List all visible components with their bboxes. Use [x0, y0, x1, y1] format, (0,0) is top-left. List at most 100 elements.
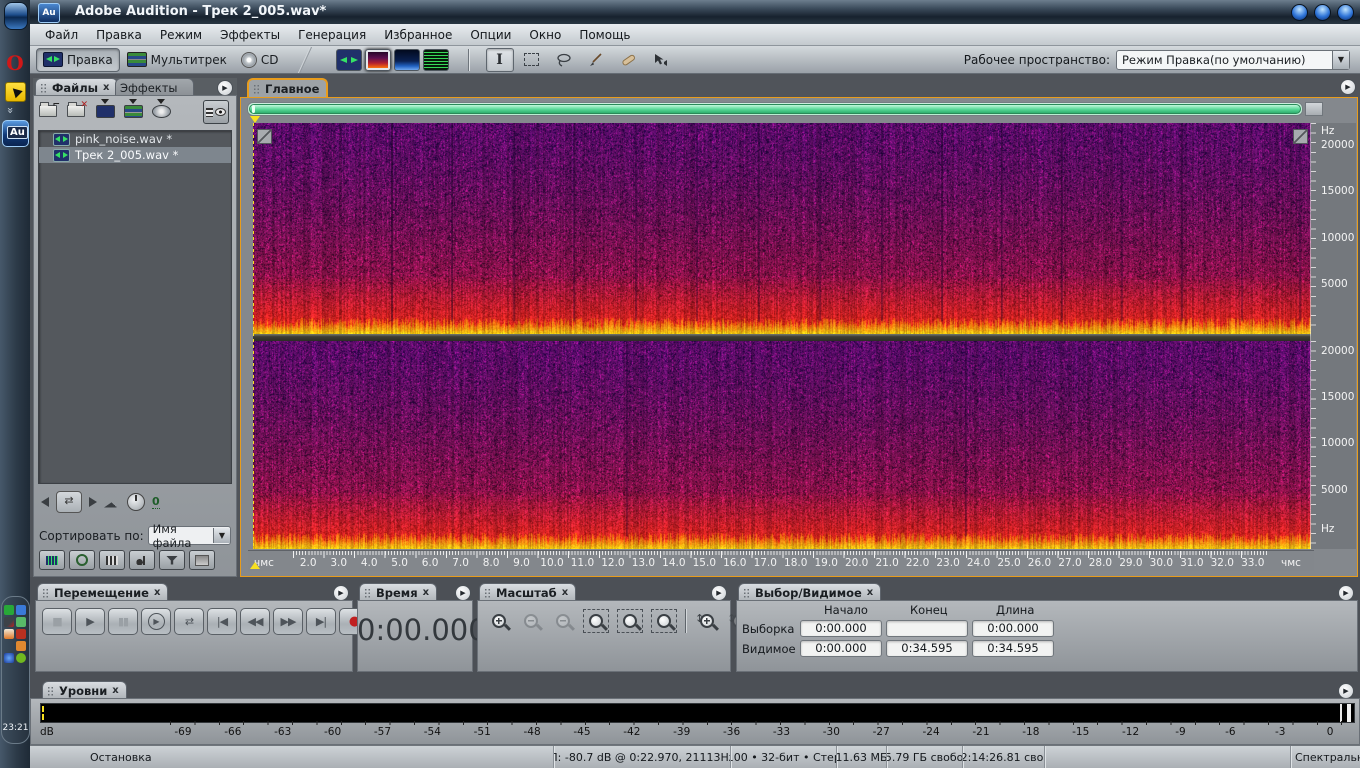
panel-menu-button[interactable]	[333, 585, 349, 601]
tray-speaker-icon[interactable]	[16, 617, 26, 627]
selection-start-field[interactable]: 0:00.000	[800, 620, 882, 637]
tab-zoom[interactable]: Масштаб x	[479, 583, 576, 601]
toggle-video-files-button[interactable]	[99, 550, 125, 570]
preview-volume-value[interactable]: 0	[152, 495, 160, 509]
spectral-channel-right[interactable]	[253, 341, 1311, 549]
tab-time[interactable]: Время x	[359, 583, 437, 601]
zoom-to-selection-right-button[interactable]	[651, 609, 677, 633]
go-to-start-button[interactable]: |◀	[207, 608, 237, 635]
view-length-field[interactable]: 0:34.595	[972, 640, 1054, 657]
auto-play-icon[interactable]	[41, 497, 49, 507]
stop-button[interactable]: ■	[42, 608, 72, 635]
play-button[interactable]: ▶	[75, 608, 105, 635]
marquee-selection-tool-button[interactable]	[518, 48, 546, 72]
menu-item[interactable]: Избранное	[375, 26, 461, 44]
close-icon[interactable]: x	[423, 587, 429, 598]
tab-files[interactable]: Файлы x	[35, 78, 118, 96]
maximize-button[interactable]	[1314, 4, 1331, 21]
play-file-button[interactable]	[89, 497, 97, 507]
collapse-chevrons-icon[interactable]: »	[4, 107, 17, 112]
go-to-end-button[interactable]: ▶|	[306, 608, 336, 635]
tray-nvidia-icon[interactable]	[16, 653, 26, 663]
view-end-field[interactable]: 0:34.595	[886, 640, 968, 657]
loop-playback-button[interactable]: ⇄	[56, 491, 82, 513]
pause-button[interactable]: ▮▮	[108, 608, 138, 635]
menu-item[interactable]: Правка	[87, 26, 151, 44]
workspace-select[interactable]: Режим Правка(по умолчанию) ▼	[1116, 50, 1350, 70]
tab-main[interactable]: Главное	[247, 78, 328, 98]
sort-select[interactable]: Имя файла ▼	[148, 526, 231, 545]
waveform-view-button[interactable]	[336, 49, 362, 71]
spectral-scale-handle[interactable]	[257, 129, 272, 144]
playhead-marker-top[interactable]	[250, 116, 260, 123]
insert-into-multitrack-button[interactable]	[95, 102, 115, 118]
zoom-to-selection-left-button[interactable]	[617, 609, 643, 633]
tray-utorrent-icon[interactable]	[4, 605, 14, 615]
close-icon[interactable]: x	[103, 82, 109, 93]
toggle-full-path-button[interactable]	[189, 550, 215, 570]
effects-paintbrush-tool-button[interactable]	[582, 48, 610, 72]
menu-item[interactable]: Эффекты	[211, 26, 289, 44]
play-looped-button[interactable]: ⇄	[174, 608, 204, 635]
fast-forward-button[interactable]: ▶▶	[273, 608, 303, 635]
close-icon[interactable]: x	[154, 587, 160, 598]
panel-menu-button[interactable]	[1340, 79, 1356, 95]
menu-item[interactable]: Генерация	[289, 26, 375, 44]
titlebar[interactable]: Au Adobe Audition - Трек 2_005.wav*	[30, 0, 1360, 24]
scrollbar-thumb[interactable]	[249, 104, 1301, 114]
toggle-advanced-options-button[interactable]	[159, 550, 185, 570]
panel-menu-button[interactable]	[711, 585, 727, 601]
insert-into-cd-button[interactable]	[151, 102, 171, 118]
play-from-cursor-button[interactable]: ▶	[141, 608, 171, 635]
time-selection-tool-button[interactable]: I	[486, 48, 514, 72]
spot-healing-brush-tool-button[interactable]	[614, 48, 642, 72]
tray-volume-icon[interactable]	[16, 629, 26, 639]
selection-length-field[interactable]: 0:00.000	[972, 620, 1054, 637]
toggle-midi-files-button[interactable]	[129, 550, 155, 570]
cd-view-button[interactable]: CD	[234, 48, 286, 72]
spectral-frequency-view-button[interactable]	[365, 49, 391, 71]
tray-language-flag-icon[interactable]	[4, 641, 14, 651]
open-file-button[interactable]: ⌐	[39, 102, 59, 118]
playback-cursor[interactable]	[253, 123, 254, 549]
menu-item[interactable]: Режим	[151, 26, 211, 44]
tray-orange-icon[interactable]	[16, 641, 26, 651]
selection-end-field[interactable]	[886, 620, 968, 637]
tab-transport[interactable]: Перемещение x	[37, 583, 168, 601]
close-icon[interactable]: x	[562, 587, 568, 598]
tray-lightning-icon[interactable]	[4, 653, 14, 663]
channel-divider[interactable]	[253, 334, 1311, 341]
panel-menu-button[interactable]	[1338, 585, 1354, 601]
spectral-phase-view-button[interactable]	[423, 49, 449, 71]
taskbar-start-button[interactable]	[4, 2, 28, 30]
tray-display-icon[interactable]	[4, 617, 14, 627]
tab-effects[interactable]: Эффекты	[115, 78, 194, 96]
zoom-in-vertical-button[interactable]: ↕	[695, 610, 719, 632]
spectral-display[interactable]	[253, 123, 1311, 549]
close-icon[interactable]: x	[867, 587, 873, 598]
menu-item[interactable]: Окно	[520, 26, 570, 44]
timeline-ruler[interactable]: чмс 2.03.04.05.06.07.08.09.010.011.012.0…	[248, 550, 1314, 571]
menu-item[interactable]: Файл	[36, 26, 87, 44]
db-ruler[interactable]: dB -69-66-63-60-57-54-51-48-45-42-39-36-…	[40, 722, 1355, 738]
tray-picture-icon[interactable]	[4, 629, 14, 639]
toggle-loop-files-button[interactable]	[69, 550, 95, 570]
zoom-in-horizontal-button[interactable]	[487, 610, 511, 632]
file-list-item-selected[interactable]: Трек 2_005.wav *	[39, 147, 231, 163]
menu-item[interactable]: Опции	[461, 26, 520, 44]
audition-taskbar-button[interactable]: Au	[2, 120, 29, 147]
toggle-audio-files-button[interactable]	[39, 550, 65, 570]
chevron-down-icon[interactable]: ▼	[1332, 51, 1349, 69]
zoom-to-selection-button[interactable]	[583, 609, 609, 633]
chevron-down-icon[interactable]: ▼	[213, 528, 230, 543]
preview-volume-knob[interactable]	[127, 493, 145, 511]
insert-into-session-button[interactable]	[123, 102, 143, 118]
spectral-channel-left[interactable]	[253, 123, 1311, 334]
panel-menu-button[interactable]	[455, 585, 471, 601]
file-list-item[interactable]: pink_noise.wav *	[39, 131, 231, 147]
scrub-tool-button[interactable]	[646, 48, 674, 72]
close-files-button[interactable]: ✕	[67, 102, 87, 118]
spectral-scale-handle[interactable]	[1293, 129, 1308, 144]
launcher-icon[interactable]	[5, 82, 26, 102]
close-icon[interactable]: x	[112, 685, 118, 696]
